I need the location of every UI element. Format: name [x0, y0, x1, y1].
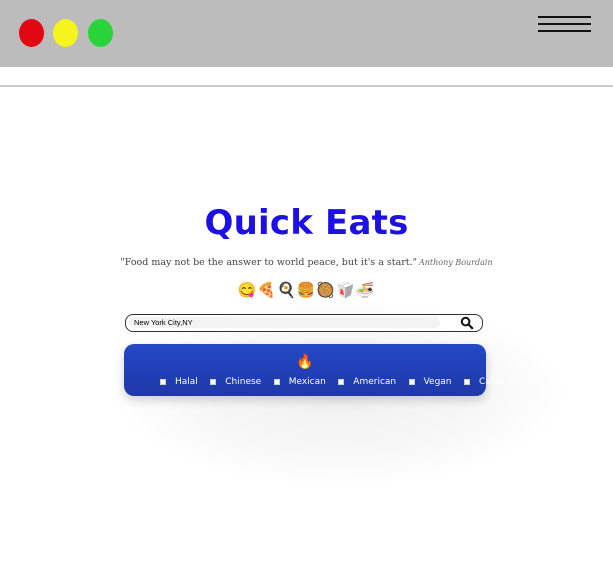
filter-list: Halal Chinese Mexican American Vegan Caf…: [160, 372, 504, 387]
filter-label: American: [353, 377, 397, 387]
hamburger-menu-icon[interactable]: [538, 14, 592, 36]
top-bar: [0, 0, 613, 67]
menu-line: [538, 30, 591, 32]
filter-american[interactable]: American: [338, 377, 396, 387]
checkbox[interactable]: [210, 379, 217, 385]
filter-label: Mexican: [288, 377, 326, 387]
filter-halal[interactable]: Halal: [160, 377, 198, 387]
filter-chinese[interactable]: Chinese: [210, 377, 261, 387]
search-input[interactable]: [134, 316, 434, 329]
search-bar: [125, 314, 483, 332]
fire-icon: 🔥: [296, 353, 314, 369]
filter-vegan[interactable]: Vegan: [408, 377, 452, 387]
quote-text: "Food may not be the answer to world pea…: [120, 257, 417, 268]
filter-label: Chinese: [225, 377, 262, 387]
menu-line: [538, 23, 591, 25]
quote-author: Anthony Bourdain: [419, 258, 493, 267]
quote: "Food may not be the answer to world pea…: [0, 257, 613, 268]
checkbox[interactable]: [273, 379, 280, 385]
checkbox[interactable]: [408, 379, 415, 385]
yellow-window-dot[interactable]: [53, 19, 78, 47]
checkbox[interactable]: [160, 379, 166, 385]
filter-label: Vegan: [423, 377, 452, 387]
checkbox[interactable]: [463, 379, 470, 385]
menu-line: [538, 16, 591, 18]
food-emoji-row: 😋🍕🍳🍔🥘🥡🍜: [237, 282, 376, 299]
red-window-dot[interactable]: [19, 19, 44, 47]
checkbox[interactable]: [338, 379, 345, 385]
divider: [0, 85, 613, 87]
filter-panel: 🔥 Halal Chinese Mexican American Vegan C…: [124, 344, 504, 396]
page-title: Quick Eats: [204, 203, 409, 243]
filter-cafes[interactable]: Cafes: [463, 377, 505, 387]
green-window-dot[interactable]: [88, 19, 113, 47]
filter-mexican[interactable]: Mexican: [273, 377, 326, 387]
filter-label: Cafes: [478, 377, 505, 387]
filter-label: Halal: [175, 377, 198, 387]
search-icon[interactable]: [460, 316, 474, 330]
